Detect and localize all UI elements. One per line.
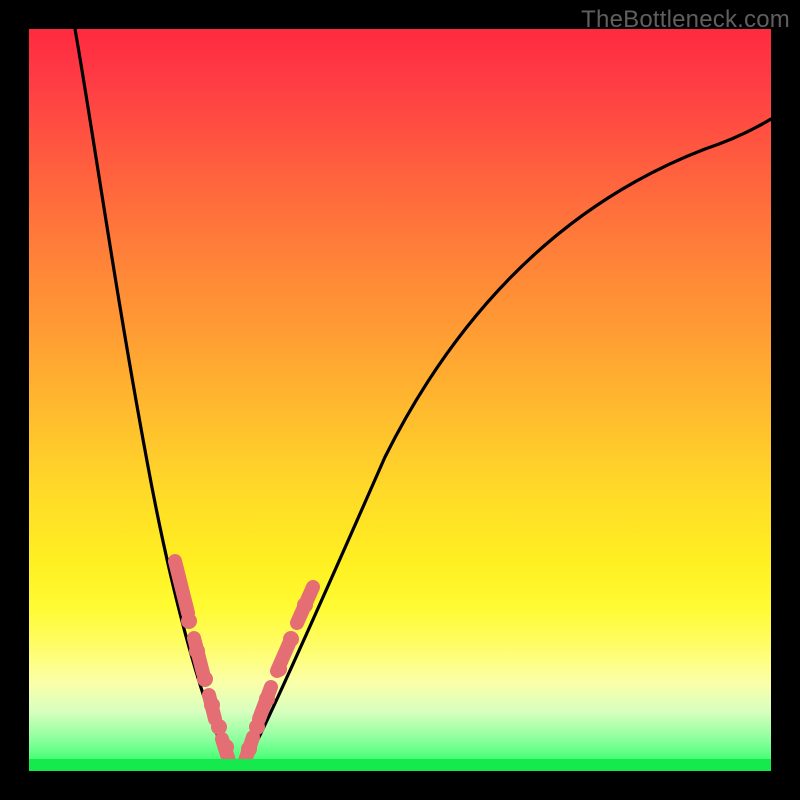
bead-dot: [271, 661, 287, 677]
right-branch-curve: [237, 119, 771, 771]
watermark-text: TheBottleneck.com: [581, 6, 790, 34]
bottom-green-band: [29, 759, 771, 771]
left-branch-curve: [75, 29, 237, 771]
bead-dot: [241, 741, 257, 757]
chart-svg: [29, 29, 771, 771]
bead-dot: [197, 671, 213, 687]
bead-dot: [211, 719, 227, 735]
bead-dot: [283, 631, 299, 647]
bead-dot: [181, 613, 197, 629]
bead-dot: [189, 643, 205, 659]
beads-right: [241, 587, 313, 761]
bead-dot: [297, 597, 313, 613]
bead-dot: [259, 691, 275, 707]
bead-dot: [204, 697, 220, 713]
plot-area: [29, 29, 771, 771]
beads-left: [175, 561, 234, 761]
chart-frame: TheBottleneck.com: [0, 0, 800, 800]
bead-dot: [218, 739, 234, 755]
bead-dot: [249, 719, 265, 735]
